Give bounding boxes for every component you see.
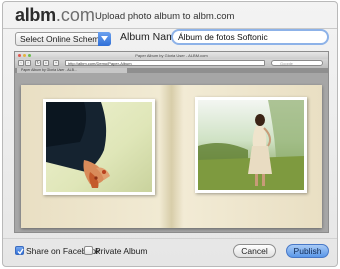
preview-window-title: Paper Album by Gloria User - ALBM.com <box>15 52 328 59</box>
forward-icon: › <box>25 60 31 66</box>
private-album-label: Private Album <box>95 246 148 256</box>
preview-url-bar: http://albm.com/Demo/Paper-Album <box>65 60 265 66</box>
upload-dialog: albm.com Upload photo album to albm.com … <box>2 1 338 267</box>
minimize-dot-icon <box>23 54 26 57</box>
footer-divider <box>3 238 337 239</box>
share-facebook-checkbox[interactable] <box>15 246 24 255</box>
online-scheme-select[interactable]: Select Online Scheme <box>15 32 111 46</box>
chevron-down-icon[interactable] <box>98 32 111 46</box>
album-name-input[interactable] <box>171 29 329 45</box>
reload-icon: ↻ <box>35 60 41 66</box>
back-icon: ‹ <box>18 60 24 66</box>
publish-button[interactable]: Publish <box>286 244 329 258</box>
logo-wordmark: albm <box>15 5 56 25</box>
dialog-title: Upload photo album to albm.com <box>95 11 235 22</box>
home-icon: ⌂ <box>43 60 49 66</box>
preview-toolbar: ‹ › ↻ ⌂ + http://albm.com/Demo/Paper-Alb… <box>15 59 328 68</box>
right-page-photo <box>195 97 307 193</box>
bookmark-icon: + <box>53 60 59 66</box>
albm-logo: albm.com <box>15 5 95 27</box>
scheme-select-value: Select Online Scheme <box>20 34 105 44</box>
preview-title-text: Paper Album by Gloria User - ALBM.com <box>135 53 208 58</box>
open-photo-book <box>21 85 322 228</box>
close-dot-icon <box>18 54 21 57</box>
album-preview: Paper Album by Gloria User - ALBM.com ‹ … <box>14 51 329 233</box>
zoom-dot-icon <box>28 54 31 57</box>
cancel-button[interactable]: Cancel <box>233 244 276 258</box>
preview-search-bar: Google <box>271 60 323 66</box>
private-album-checkbox[interactable] <box>84 246 93 255</box>
logo-domain: .com <box>55 5 95 25</box>
book-area <box>15 73 328 232</box>
left-page-photo <box>43 99 155 195</box>
